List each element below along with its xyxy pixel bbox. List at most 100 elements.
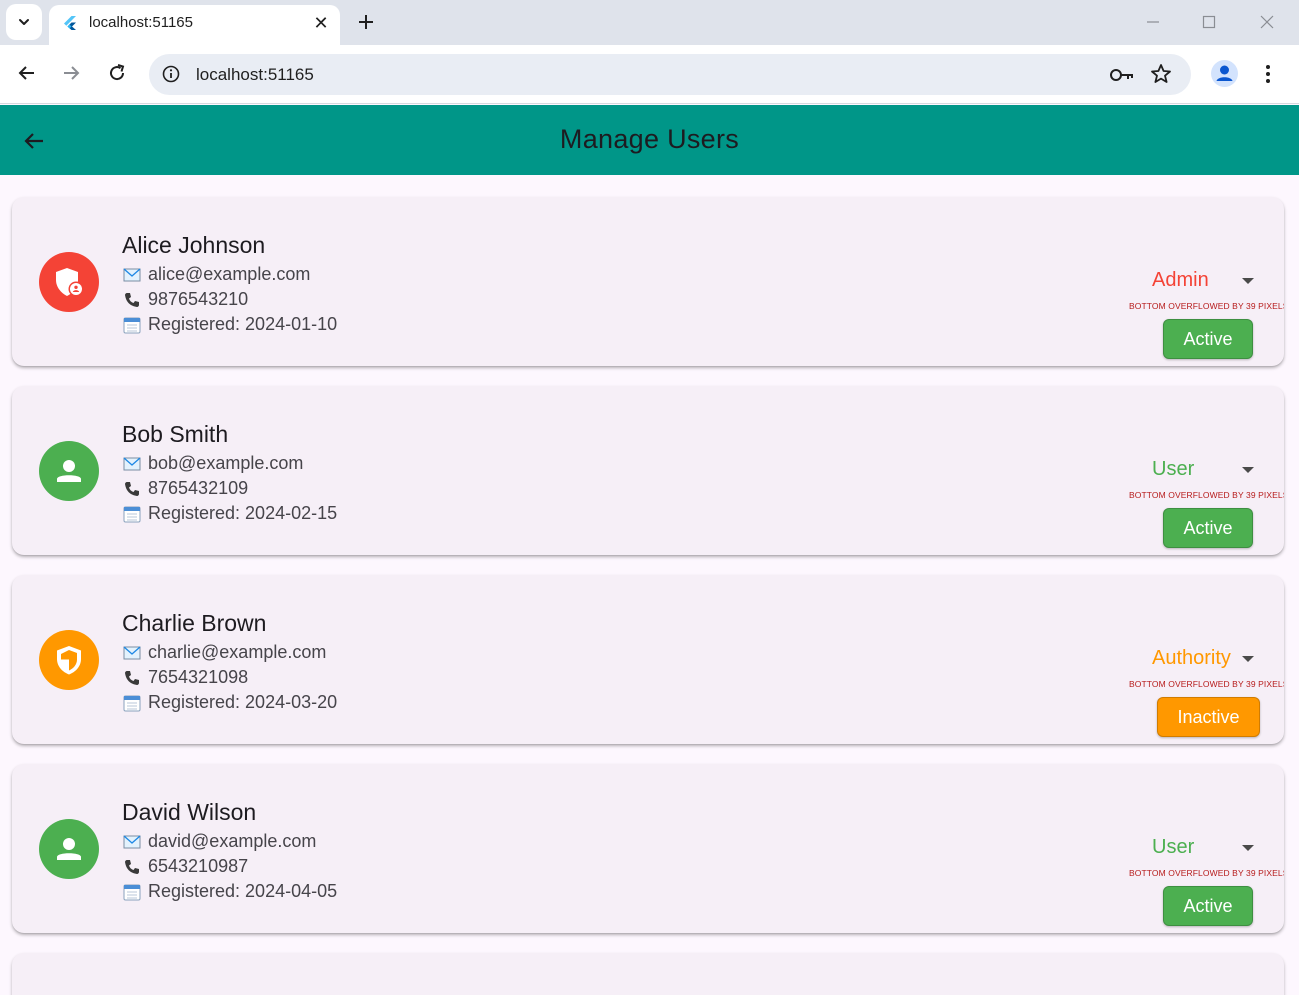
user-card: Bob Smith bob@example.com 8765432109 Reg… (12, 386, 1284, 555)
avatar (39, 819, 99, 879)
close-icon[interactable]: ✕ (310, 12, 332, 34)
status-toggle-button[interactable]: Active (1163, 508, 1253, 548)
info-icon (162, 65, 180, 83)
overflow-warning: BOTTOM OVERFLOWED BY 39 PIXELS (1129, 679, 1284, 689)
overflow-warning: BOTTOM OVERFLOWED BY 39 PIXELS (1129, 301, 1284, 311)
minimize-icon (1147, 21, 1159, 23)
user-card: Alice Johnson alice@example.com 98765432… (12, 197, 1284, 366)
arrow-left-icon (18, 66, 34, 80)
browser-tab-bar: localhost:51165 ✕ (0, 0, 1299, 45)
profile-button[interactable] (1211, 60, 1238, 87)
browser-tab[interactable]: localhost:51165 ✕ (49, 5, 340, 45)
tab-search-button[interactable] (6, 4, 42, 40)
user-email: bob@example.com (148, 453, 304, 473)
avatar (39, 441, 99, 501)
overflow-warning: BOTTOM OVERFLOWED BY 39 PIXELS (1129, 490, 1284, 500)
person-icon (57, 838, 81, 860)
admin-shield-icon (56, 268, 84, 297)
phone-emoji-icon (122, 480, 142, 498)
avatar (39, 630, 99, 690)
user-name: Alice Johnson (122, 232, 266, 258)
overflow-warning: BOTTOM OVERFLOWED BY 39 PIXELS (1129, 868, 1284, 878)
user-phone: 7654321098 (148, 667, 249, 687)
arrow-right-icon (64, 66, 80, 80)
user-list: Alice Johnson alice@example.com 98765432… (0, 175, 1299, 995)
phone-emoji-icon (122, 669, 142, 687)
role-dropdown[interactable]: Authority (1152, 647, 1231, 670)
calendar-emoji-icon (122, 316, 142, 334)
star-icon[interactable] (1149, 62, 1173, 86)
calendar-emoji-icon (122, 883, 142, 901)
email-emoji-icon (122, 644, 142, 662)
person-icon (1216, 65, 1233, 81)
email-emoji-icon (122, 266, 142, 284)
user-card (12, 953, 1284, 995)
forward-button[interactable] (55, 57, 87, 89)
shield-icon (57, 646, 81, 675)
phone-emoji-icon (122, 291, 142, 309)
address-bar[interactable]: localhost:51165 (149, 54, 1191, 95)
user-registered: Registered: 2024-04-05 (148, 881, 338, 901)
user-card: Charlie Brown charlie@example.com 765432… (12, 575, 1284, 744)
user-registered: Registered: 2024-01-10 (148, 314, 338, 334)
chevron-down-icon[interactable] (1242, 278, 1254, 284)
avatar (39, 252, 99, 312)
user-email-line: charlie@example.com (122, 642, 326, 663)
user-registered-line: Registered: 2024-04-05 (122, 881, 337, 902)
user-email-line: alice@example.com (122, 264, 310, 285)
page-title: Manage Users (559, 124, 740, 154)
user-phone: 9876543210 (148, 289, 249, 309)
calendar-emoji-icon (122, 505, 142, 523)
user-registered-line: Registered: 2024-02-15 (122, 503, 337, 524)
site-info-button[interactable] (159, 62, 183, 86)
role-dropdown[interactable]: User (1152, 458, 1194, 481)
user-email: david@example.com (148, 831, 317, 851)
minimize-button[interactable] (1138, 8, 1168, 36)
user-registered: Registered: 2024-02-15 (148, 503, 338, 523)
more-vert-icon[interactable] (1258, 59, 1278, 89)
user-email-line: david@example.com (122, 831, 316, 852)
user-phone: 8765432109 (148, 478, 249, 498)
maximize-button[interactable] (1194, 8, 1224, 36)
user-phone-line: 7654321098 (122, 667, 248, 688)
chevron-down-icon[interactable] (1242, 845, 1254, 851)
plus-icon (359, 15, 373, 29)
chevron-down-icon[interactable] (1242, 656, 1254, 662)
status-toggle-button[interactable]: Active (1163, 886, 1253, 926)
key-icon[interactable] (1109, 63, 1135, 87)
reload-icon (110, 64, 125, 81)
phone-emoji-icon (122, 858, 142, 876)
status-toggle-button[interactable]: Inactive (1157, 697, 1260, 737)
user-phone-line: 9876543210 (122, 289, 248, 310)
url-text: localhost:51165 (196, 65, 314, 84)
close-window-button[interactable] (1252, 8, 1282, 36)
user-name: Bob Smith (122, 421, 229, 447)
flutter-icon (64, 16, 76, 30)
user-name: David Wilson (122, 799, 257, 825)
user-registered-line: Registered: 2024-01-10 (122, 314, 337, 335)
role-dropdown[interactable]: Admin (1152, 269, 1209, 292)
maximize-icon (1202, 15, 1216, 29)
close-icon (1260, 15, 1274, 29)
role-dropdown[interactable]: User (1152, 836, 1194, 859)
chevron-down-icon (19, 19, 29, 25)
user-phone-line: 8765432109 (122, 478, 248, 499)
email-emoji-icon (122, 833, 142, 851)
app-bar: Manage Users (0, 105, 1299, 175)
browser-toolbar: localhost:51165 (0, 45, 1299, 104)
new-tab-button[interactable] (352, 8, 380, 36)
user-registered: Registered: 2024-03-20 (148, 692, 338, 712)
reload-button[interactable] (101, 57, 133, 89)
calendar-emoji-icon (122, 694, 142, 712)
user-name: Charlie Brown (122, 610, 267, 636)
person-icon (57, 460, 81, 482)
user-registered-line: Registered: 2024-03-20 (122, 692, 337, 713)
chevron-down-icon[interactable] (1242, 467, 1254, 473)
user-email: alice@example.com (148, 264, 311, 284)
user-phone: 6543210987 (148, 856, 249, 876)
back-button[interactable] (11, 57, 43, 89)
user-card: David Wilson david@example.com 654321098… (12, 764, 1284, 933)
user-email: charlie@example.com (148, 642, 327, 662)
user-phone-line: 6543210987 (122, 856, 248, 877)
status-toggle-button[interactable]: Active (1163, 319, 1253, 359)
